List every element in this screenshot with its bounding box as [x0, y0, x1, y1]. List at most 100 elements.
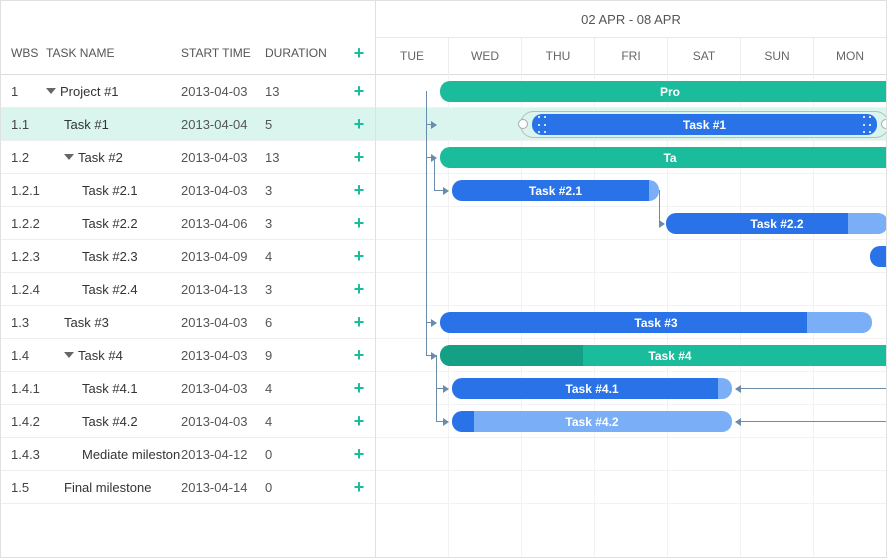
task-bar[interactable]: Task #4.2	[452, 411, 732, 432]
table-row[interactable]: 1.2.3Task #2.32013-04-094+	[1, 240, 375, 273]
drag-handle-icon[interactable]	[538, 116, 546, 133]
duration-cell: 13	[265, 84, 343, 99]
add-task-button[interactable]: +	[343, 181, 375, 199]
collapse-caret-icon[interactable]	[46, 88, 56, 94]
bar-label: Ta	[663, 151, 676, 165]
day-header: TUE	[376, 38, 449, 75]
wbs-cell: 1.2	[1, 150, 46, 165]
summary-bar[interactable]: Task #4	[440, 345, 886, 366]
timeline-row: Task #2.2	[376, 207, 886, 240]
resize-handle-right[interactable]	[881, 119, 886, 129]
plus-icon: +	[354, 445, 365, 463]
add-task-button[interactable]: +	[343, 115, 375, 133]
wbs-cell: 1.4	[1, 348, 46, 363]
timeline-row: Task #2.1	[376, 174, 886, 207]
duration-cell: 3	[265, 282, 343, 297]
dependency-arrow	[426, 124, 436, 125]
bar-label: Task #4.2	[565, 415, 618, 429]
wbs-cell: 1	[1, 84, 46, 99]
dependency-line	[436, 355, 437, 421]
col-header-wbs: WBS	[1, 46, 46, 60]
table-row[interactable]: 1.5Final milestone2013-04-140+	[1, 471, 375, 504]
start-time-cell: 2013-04-12	[181, 447, 265, 462]
table-row[interactable]: 1.2.4Task #2.42013-04-133+	[1, 273, 375, 306]
add-task-button[interactable]: +	[343, 313, 375, 331]
summary-bar[interactable]: Pro	[440, 81, 886, 102]
day-header: MON	[814, 38, 886, 75]
add-task-button[interactable]: +	[343, 214, 375, 232]
timeline-day-headers: TUEWEDTHUFRISATSUNMON	[376, 38, 886, 75]
task-bar[interactable]: Task #2.1	[452, 180, 659, 201]
add-task-button[interactable]: +	[343, 82, 375, 100]
timeline[interactable]: 02 APR - 08 APR TUEWEDTHUFRISATSUNMON Pr…	[376, 1, 886, 557]
plus-icon: +	[354, 181, 365, 199]
dependency-arrow	[426, 322, 436, 323]
wbs-cell: 1.5	[1, 480, 46, 495]
plus-icon: +	[354, 214, 365, 232]
table-row[interactable]: 1.3Task #32013-04-036+	[1, 306, 375, 339]
add-column-button[interactable]: +	[343, 44, 375, 62]
task-bar[interactable]: Task #1	[532, 114, 877, 135]
duration-cell: 13	[265, 150, 343, 165]
plus-icon: +	[354, 313, 365, 331]
table-row[interactable]: 1.4Task #42013-04-039+	[1, 339, 375, 372]
resize-handle-left[interactable]	[518, 119, 528, 129]
grid-header: WBS TASK NAME START TIME DURATION +	[1, 1, 375, 75]
add-task-button[interactable]: +	[343, 148, 375, 166]
task-bar[interactable]	[870, 246, 886, 267]
plus-icon: +	[354, 280, 365, 298]
progress-fill	[452, 411, 474, 432]
table-row[interactable]: 1.1Task #12013-04-045+	[1, 108, 375, 141]
day-header: WED	[449, 38, 522, 75]
duration-cell: 5	[265, 117, 343, 132]
task-name-text: Task #4	[78, 348, 123, 363]
table-row[interactable]: 1.2.2Task #2.22013-04-063+	[1, 207, 375, 240]
add-task-button[interactable]: +	[343, 280, 375, 298]
table-row[interactable]: 1.4.2Task #4.22013-04-034+	[1, 405, 375, 438]
drag-handle-icon[interactable]	[863, 116, 871, 133]
duration-cell: 0	[265, 480, 343, 495]
timeline-row	[376, 273, 886, 306]
task-bar[interactable]: Task #2.2	[666, 213, 886, 234]
dependency-arrow	[436, 421, 448, 422]
dependency-line	[434, 157, 435, 190]
timeline-range-label: 02 APR - 08 APR	[376, 1, 886, 38]
dependency-arrow	[426, 355, 436, 356]
plus-icon: +	[354, 412, 365, 430]
add-task-button[interactable]: +	[343, 379, 375, 397]
timeline-row	[376, 438, 886, 471]
task-bar[interactable]: Task #3	[440, 312, 872, 333]
table-row[interactable]: 1.4.3Mediate milestone2013-04-120+	[1, 438, 375, 471]
dependency-arrow	[659, 223, 664, 224]
timeline-row: Task #4	[376, 339, 886, 372]
bar-label: Task #4.1	[565, 382, 618, 396]
start-time-cell: 2013-04-03	[181, 150, 265, 165]
table-row[interactable]: 1Project #12013-04-0313+	[1, 75, 375, 108]
table-row[interactable]: 1.2.1Task #2.12013-04-033+	[1, 174, 375, 207]
wbs-cell: 1.4.1	[1, 381, 46, 396]
collapse-caret-icon[interactable]	[64, 352, 74, 358]
task-name-text: Task #4.1	[82, 381, 138, 396]
collapse-caret-icon[interactable]	[64, 154, 74, 160]
day-header: THU	[522, 38, 595, 75]
add-task-button[interactable]: +	[343, 346, 375, 364]
task-name-cell: Task #2.4	[46, 282, 181, 297]
task-bar[interactable]: Task #4.1	[452, 378, 732, 399]
add-task-button[interactable]: +	[343, 412, 375, 430]
plus-icon: +	[354, 148, 365, 166]
duration-cell: 4	[265, 414, 343, 429]
task-name-text: Task #2.1	[82, 183, 138, 198]
plus-icon: +	[354, 82, 365, 100]
wbs-cell: 1.4.3	[1, 447, 46, 462]
task-name-cell: Task #2.2	[46, 216, 181, 231]
table-row[interactable]: 1.4.1Task #4.12013-04-034+	[1, 372, 375, 405]
add-task-button[interactable]: +	[343, 247, 375, 265]
timeline-row: Ta	[376, 141, 886, 174]
add-task-button[interactable]: +	[343, 478, 375, 496]
task-name-text: Task #1	[64, 117, 109, 132]
summary-bar[interactable]: Ta	[440, 147, 886, 168]
task-name-cell: Task #2	[46, 150, 181, 165]
add-task-button[interactable]: +	[343, 445, 375, 463]
table-row[interactable]: 1.2Task #22013-04-0313 +	[1, 141, 375, 174]
timeline-row: Pro	[376, 75, 886, 108]
